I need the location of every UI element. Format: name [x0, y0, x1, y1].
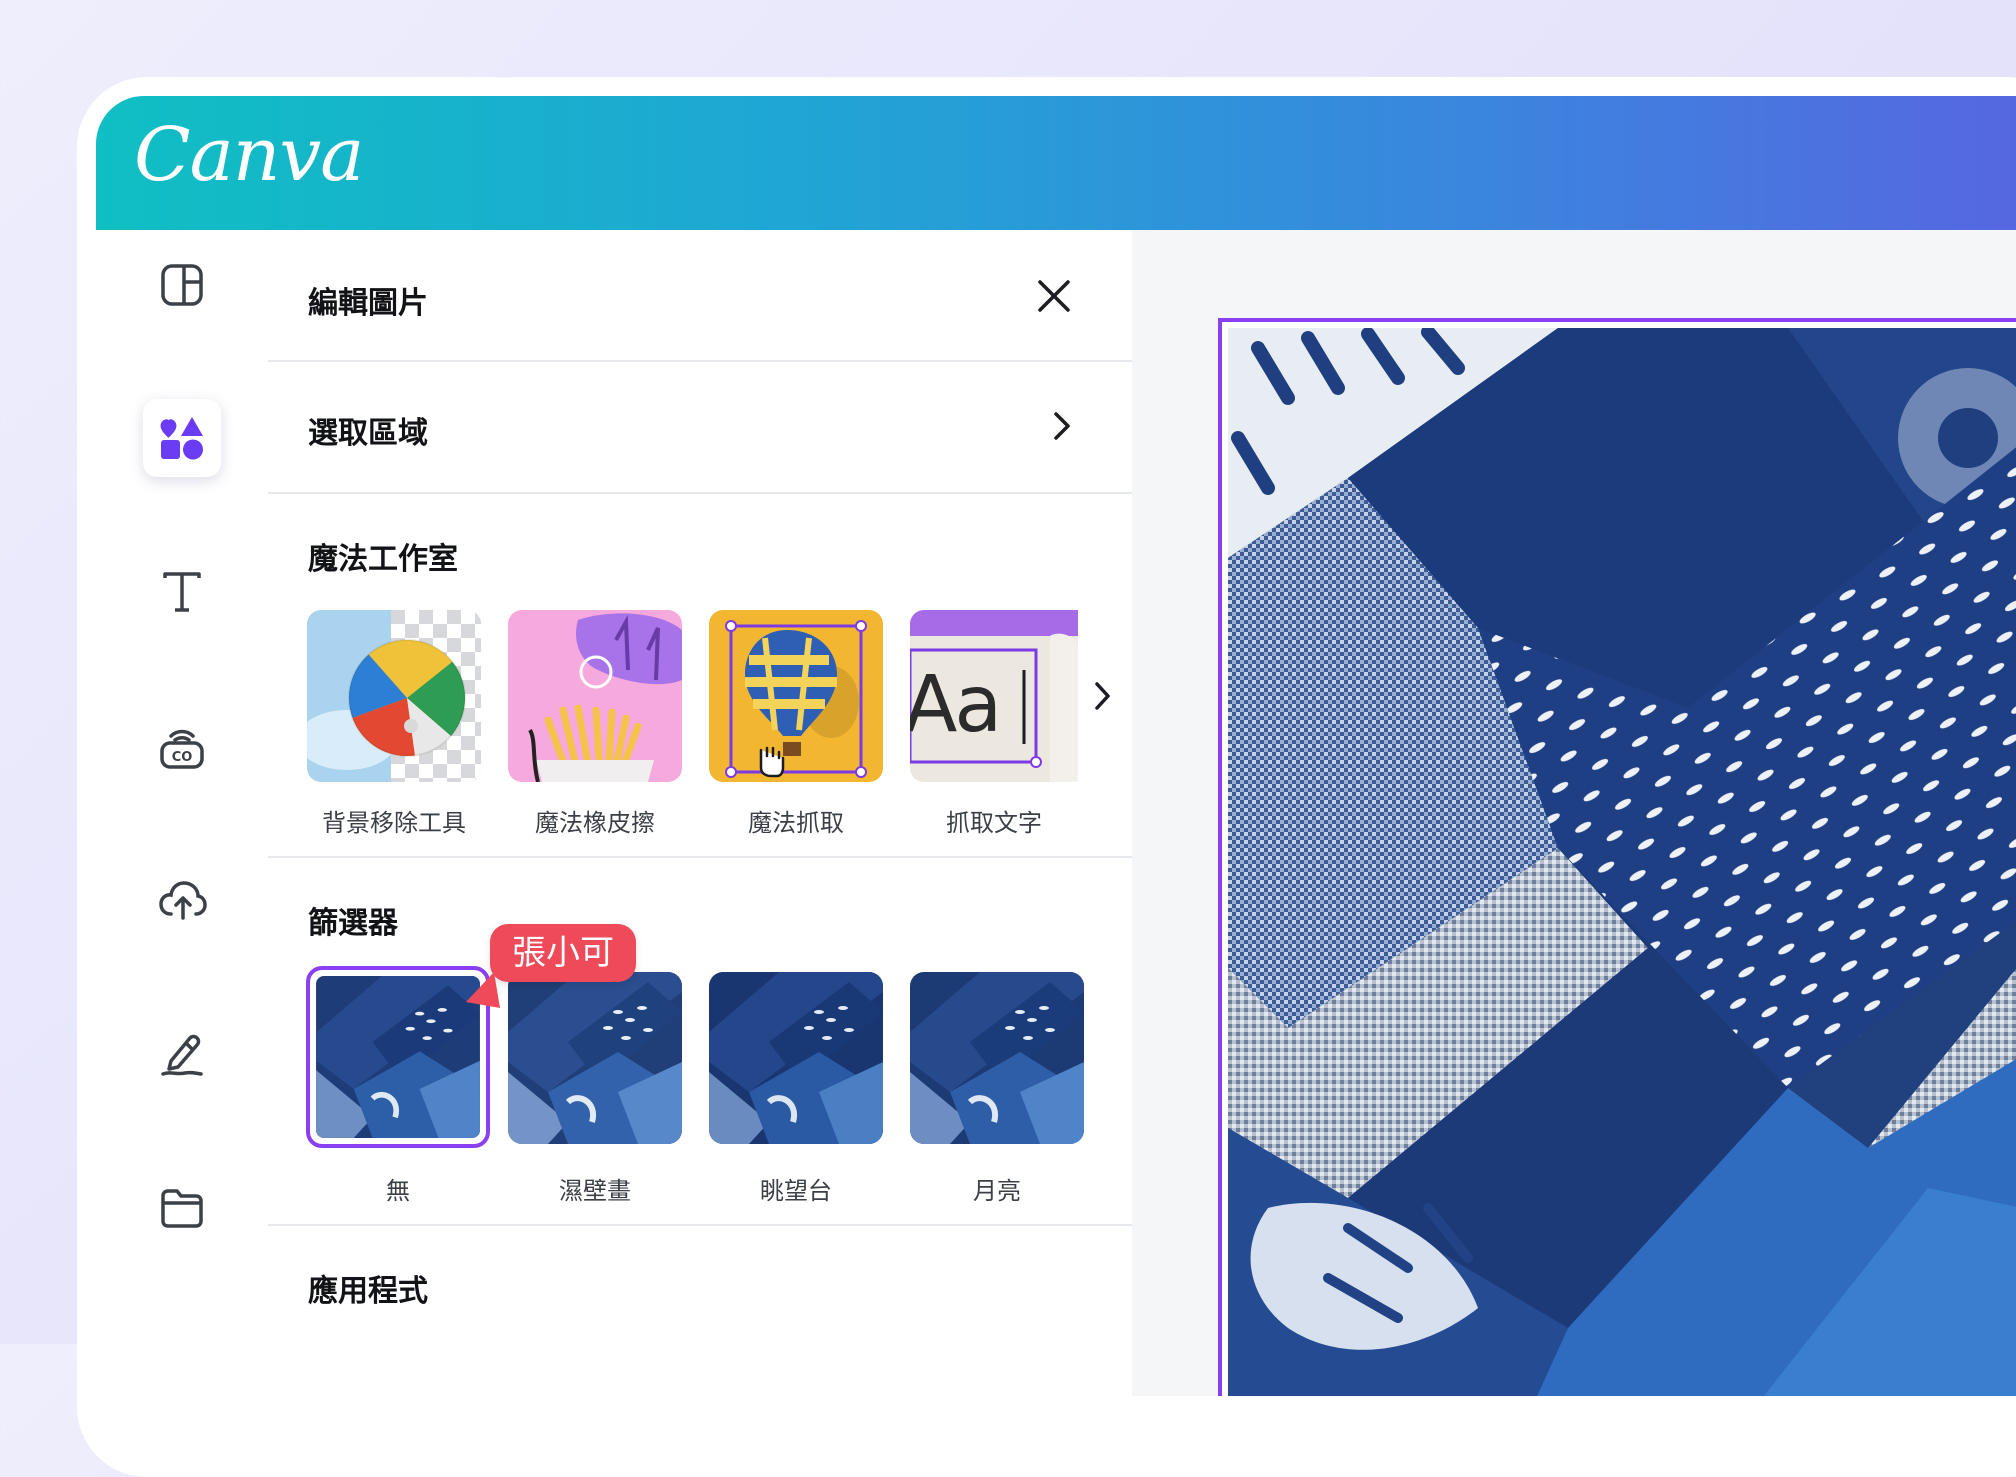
collaborator-cursor-icon: [466, 972, 500, 1008]
sidebar-item-uploads[interactable]: [143, 861, 221, 939]
edit-image-panel: 編輯圖片 選取區域 魔法工作室 背景移除工具 魔法橡皮擦 魔法抓取 Aa 抓取文…: [268, 230, 1132, 1396]
sidebar-item-design[interactable]: [143, 246, 221, 324]
filter-moon[interactable]: [910, 972, 1084, 1144]
sidebar-item-brand[interactable]: CO: [143, 708, 221, 786]
beach-ball-icon: [307, 610, 481, 782]
filter-belvedere[interactable]: [709, 972, 883, 1144]
sidebar-item-elements[interactable]: [143, 399, 221, 477]
text-icon: [163, 572, 201, 612]
draw-icon: [161, 1034, 203, 1076]
magic-studio-next-button[interactable]: [1086, 674, 1120, 718]
canva-logo: Canva: [134, 112, 364, 198]
panel-title: 編輯圖片: [308, 286, 428, 321]
tool-label-magic-eraser: 魔法橡皮擦: [535, 809, 655, 837]
magic-studio-title: 魔法工作室: [308, 542, 458, 577]
brand-icon: CO: [160, 729, 204, 769]
filter-thumbnail-none: [316, 976, 480, 1138]
tool-magic-grab[interactable]: [709, 610, 883, 782]
tool-background-remover[interactable]: [307, 610, 481, 782]
tool-label-grab-text: 抓取文字: [946, 809, 1042, 837]
selected-image[interactable]: [1218, 318, 2016, 1396]
filter-label-moon: 月亮: [973, 1177, 1021, 1205]
sidebar-rail: CO: [96, 230, 268, 1396]
indigo-textile-image: [1228, 328, 2016, 1396]
collaborator-tag: 張小可: [490, 924, 636, 982]
sidebar-item-text[interactable]: [143, 553, 221, 631]
apps-title: 應用程式: [308, 1274, 428, 1309]
chevron-right-icon: [1054, 412, 1070, 440]
svg-text:CO: CO: [172, 750, 193, 765]
tool-label-magic-grab: 魔法抓取: [748, 809, 844, 837]
filter-label-none: 無: [386, 1177, 410, 1205]
select-area-row[interactable]: 選取區域: [268, 362, 1132, 494]
filter-thumbnail-moon: [910, 972, 1084, 1144]
filters-title: 篩選器: [308, 906, 398, 941]
filter-fresco[interactable]: [508, 972, 682, 1144]
folder-icon: [161, 1189, 203, 1228]
filter-thumbnail-belvedere: [709, 972, 883, 1144]
upload-cloud-icon: [159, 881, 207, 920]
top-bar: Canva: [96, 96, 2016, 230]
filter-label-fresco: 濕壁畫: [559, 1177, 631, 1205]
grab-text-preview: Aa: [910, 660, 1002, 750]
close-icon: [1038, 280, 1070, 312]
tool-grab-text[interactable]: Aa: [910, 610, 1078, 782]
design-canvas: [1132, 230, 2016, 1396]
chevron-right-icon: [1095, 682, 1110, 710]
select-area-label: 選取區域: [308, 416, 428, 451]
magic-studio-section: 魔法工作室 背景移除工具 魔法橡皮擦 魔法抓取 Aa 抓取文字: [268, 494, 1132, 858]
indigo-fabric-photo: [1228, 328, 2016, 1396]
fries-icon: [508, 610, 682, 782]
apps-section: 應用程式: [268, 1226, 1132, 1396]
sidebar-item-draw[interactable]: [143, 1015, 221, 1093]
hot-air-balloon-icon: [709, 610, 883, 782]
filter-label-belvedere: 眺望台: [760, 1177, 832, 1205]
tool-label-background-remover: 背景移除工具: [322, 809, 466, 837]
panel-header: 編輯圖片: [268, 230, 1132, 362]
sidebar-item-projects[interactable]: [143, 1169, 221, 1247]
close-button[interactable]: [1032, 274, 1076, 318]
tool-magic-eraser[interactable]: [508, 610, 682, 782]
filters-section: 篩選器 無 濕壁畫 眺望台 月亮 張小可: [268, 858, 1132, 1226]
canva-editor-window: Canva CO 編輯圖片 選取區域 魔法工作室 背景移除工具 魔法橡皮擦 魔法…: [96, 96, 2016, 1396]
filter-thumbnail-fresco: [508, 972, 682, 1144]
layout-icon: [161, 264, 203, 306]
elements-icon: [160, 417, 203, 460]
